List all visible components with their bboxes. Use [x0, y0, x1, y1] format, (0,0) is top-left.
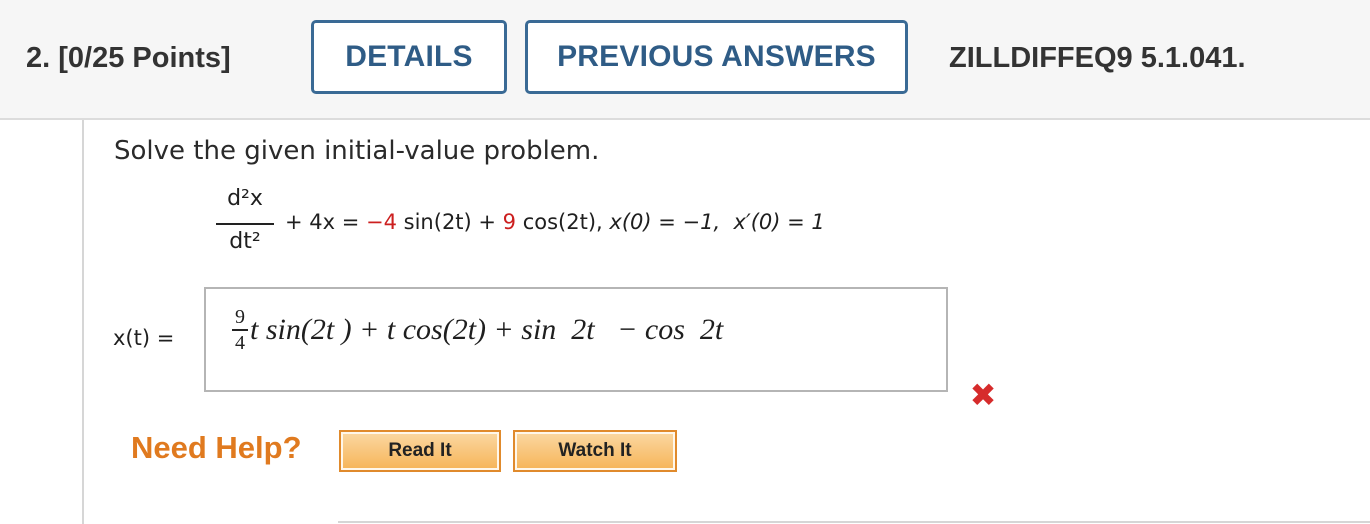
fraction-denominator: dt²: [229, 229, 261, 254]
fraction-bar: [216, 223, 274, 225]
x-mark-icon: ✖: [969, 376, 997, 414]
answer-expression-text: t sin(2t ) + t cos(2t) + sin 2t − cos 2t: [250, 312, 724, 346]
answer-frac-bar: [232, 329, 248, 331]
initial-condition-xprime: x′(0) = 1: [733, 210, 825, 234]
answer-expression: 9 4 t sin(2t ) + t cos(2t) + sin 2t − co…: [232, 307, 723, 353]
question-points: 2. [0/25 Points]: [26, 42, 231, 74]
content-bottom-border: [338, 521, 1370, 523]
equation-text: + 4x = −4 sin(2t) + 9 cos(2t), x(0) = −1…: [285, 210, 825, 234]
derivative-fraction: d²x dt²: [216, 186, 274, 254]
cos-term: cos(2t),: [516, 210, 610, 234]
content-left-border: [82, 120, 84, 524]
need-help-label: Need Help?: [131, 430, 302, 465]
answer-frac-num: 9: [235, 306, 245, 328]
problem-prompt: Solve the given initial-value problem.: [114, 136, 600, 166]
answer-fraction: 9 4: [232, 307, 248, 353]
details-button[interactable]: DETAILS: [311, 20, 507, 94]
sin-coefficient: −4: [366, 210, 397, 234]
watch-it-button[interactable]: Watch It: [513, 430, 677, 472]
fraction-numerator: d²x: [227, 186, 263, 211]
read-it-button[interactable]: Read It: [339, 430, 501, 472]
cos-coefficient: 9: [502, 210, 517, 234]
initial-condition-x: x(0) = −1,: [609, 210, 721, 234]
previous-answers-button[interactable]: PREVIOUS ANSWERS: [525, 20, 908, 94]
sin-term: sin(2t) +: [396, 210, 503, 234]
question-header: 2. [0/25 Points] DETAILS PREVIOUS ANSWER…: [0, 0, 1370, 120]
answer-input[interactable]: 9 4 t sin(2t ) + t cos(2t) + sin 2t − co…: [204, 287, 948, 392]
answer-label: x(t) =: [113, 326, 175, 350]
equation-part1: + 4x =: [285, 210, 367, 234]
problem-code: ZILLDIFFEQ9 5.1.041.: [949, 42, 1246, 74]
answer-frac-den: 4: [235, 331, 245, 354]
